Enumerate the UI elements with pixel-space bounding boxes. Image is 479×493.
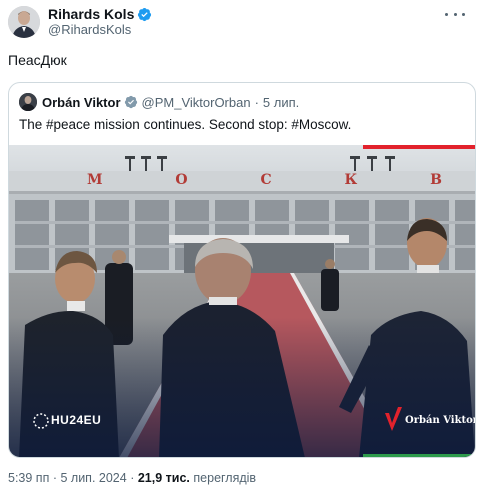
- quoted-tweet-text: The #peace mission continues. Second sto…: [19, 117, 352, 132]
- quoted-tweet-photo[interactable]: М О С К В А HU24EU Orbán Viktor: [9, 145, 475, 457]
- quoted-author-handle[interactable]: @PM_ViktorOrban: [142, 95, 251, 110]
- tweet-text: ПеасДюк: [8, 52, 67, 68]
- separator-dot: ·: [130, 471, 135, 485]
- tweet-author: Rihards Kols @RihardsKols: [8, 6, 152, 38]
- separator-dot: ·: [254, 94, 259, 110]
- verified-badge-icon: [124, 95, 137, 109]
- tweet-meta: 5:39 пп · 5 лип. 2024 · 21,9 тис. перегл…: [8, 471, 256, 485]
- tweet-time[interactable]: 5:39 пп: [8, 471, 49, 485]
- quoted-tweet-time[interactable]: 5 лип.: [263, 95, 299, 110]
- quoted-tweet[interactable]: Orbán Viktor @PM_ViktorOrban · 5 лип. Th…: [8, 82, 476, 458]
- orban-viktor-logo: Orbán Viktor: [405, 415, 475, 426]
- author-avatar[interactable]: [8, 6, 40, 38]
- separator-dot: ·: [52, 471, 57, 485]
- quoted-author-avatar: [19, 93, 37, 111]
- views-label: переглядів: [193, 471, 257, 485]
- author-name[interactable]: Rihards Kols: [48, 6, 134, 22]
- quoted-author-name[interactable]: Orbán Viktor: [42, 95, 121, 110]
- tweet-date[interactable]: 5 лип. 2024: [60, 471, 126, 485]
- views-count: 21,9 тис.: [137, 471, 190, 485]
- hu24eu-logo: HU24EU: [51, 413, 102, 427]
- building-sign: М О С К В А: [87, 172, 475, 188]
- verified-badge-icon: [138, 7, 152, 21]
- author-handle[interactable]: @RihardsKols: [48, 22, 152, 38]
- more-options-icon[interactable]: [445, 6, 465, 22]
- quoted-tweet-header: Orbán Viktor @PM_ViktorOrban · 5 лип.: [19, 93, 299, 111]
